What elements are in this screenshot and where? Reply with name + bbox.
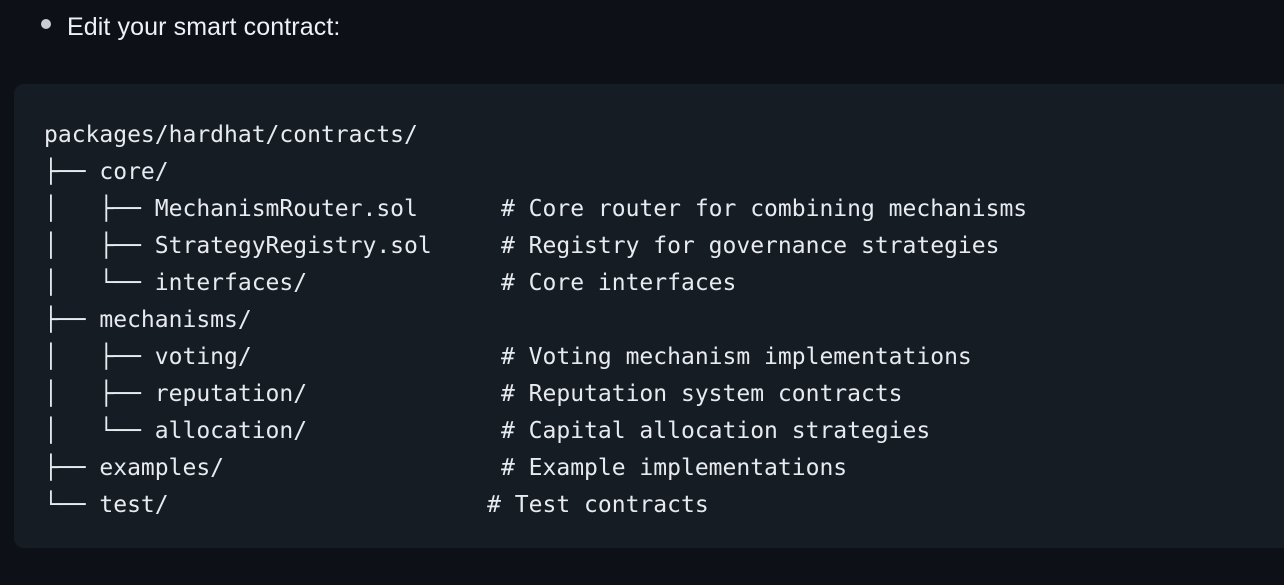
code-line: └── test/ # Test contracts	[44, 492, 709, 518]
code-block: packages/hardhat/contracts/ ├── core/ │ ├─…	[14, 84, 1284, 548]
code-block-scroll-area[interactable]: packages/hardhat/contracts/ ├── core/ │ ├─…	[14, 84, 1284, 548]
code-line: │ ├── reputation/ # Reputation system co…	[44, 381, 903, 407]
code-line: ├── mechanisms/	[44, 307, 252, 333]
code-line: │ └── allocation/ # Capital allocation s…	[44, 418, 931, 444]
code-line: │ ├── StrategyRegistry.sol # Registry fo…	[44, 233, 1000, 259]
code-line: packages/hardhat/contracts/	[44, 122, 418, 148]
code-block-content[interactable]: packages/hardhat/contracts/ ├── core/ │ ├─…	[14, 84, 1284, 524]
code-line: │ ├── voting/ # Voting mechanism impleme…	[44, 344, 972, 370]
page-root: Edit your smart contract: packages/hardh…	[0, 0, 1284, 585]
bullet-list-item: Edit your smart contract:	[0, 12, 1284, 42]
bullet-item-label: Edit your smart contract:	[67, 13, 341, 41]
bullet-dot-icon	[41, 19, 51, 29]
code-line: │ ├── MechanismRouter.sol # Core router …	[44, 196, 1028, 222]
code-line: ├── core/	[44, 159, 169, 185]
code-line: ├── examples/ # Example implementations	[44, 455, 848, 481]
code-line: │ └── interfaces/ # Core interfaces	[44, 270, 737, 296]
